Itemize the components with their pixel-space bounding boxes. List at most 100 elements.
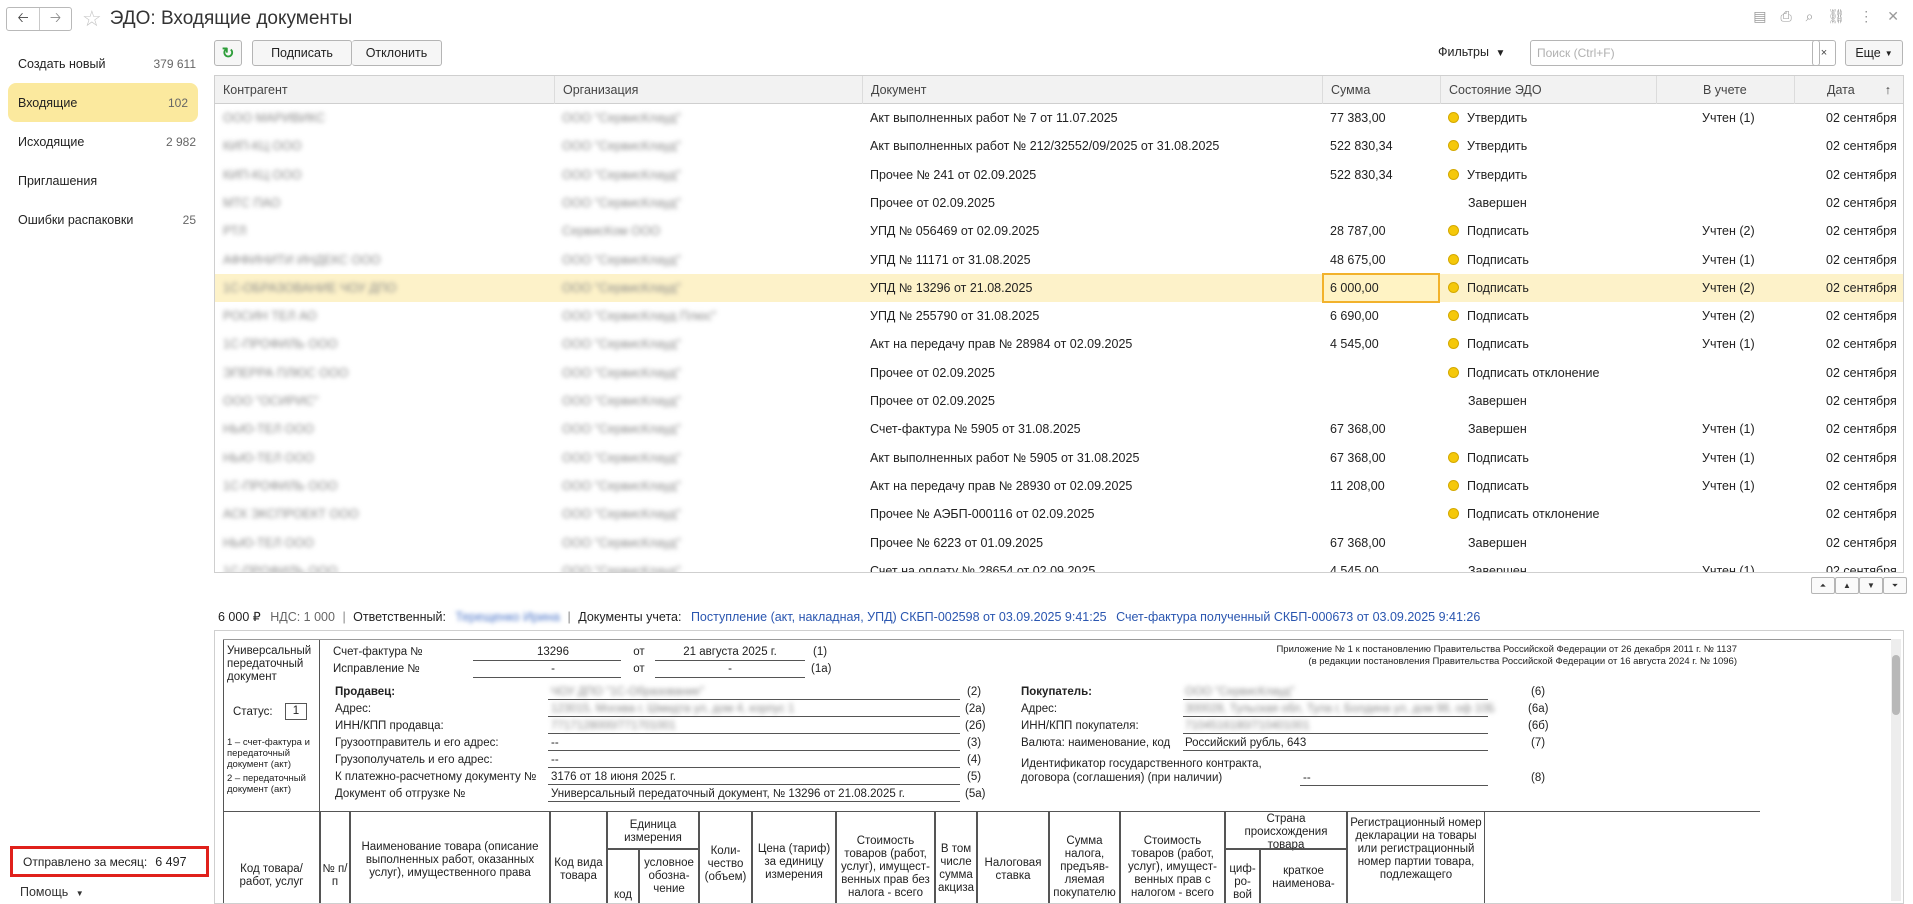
table-row[interactable]: АФФИНИТИ ИНДЕКС ООО ООО "СервисКлауд" УПД … [215,246,1903,274]
cell-counterparty: НЬЮ-ТЕЛ ООО [223,422,314,437]
inn-seller-label: ИНН/КПП продавца: [335,720,444,732]
cell-doc: УПД № 13296 от 21.08.2025 [870,280,1033,295]
status-label: Статус: [233,706,273,718]
refresh-button[interactable]: ↻ [214,40,242,66]
help-menu[interactable]: Помощь ▼ [20,885,84,899]
column-header-counterparty[interactable]: Контрагент [215,76,554,104]
cell-account [1656,359,1794,387]
info-responsible-link[interactable]: Терещенко Ирина [455,610,560,624]
preview-icon[interactable]: ⌕ [1806,8,1814,25]
sidebar-item-create[interactable]: Создать новый 379 611 [0,44,206,83]
cell-doc: Прочее № АЭБП-000116 от 02.09.2025 [870,507,1095,522]
cell-org: СервисКом ООО [562,224,661,239]
table-row[interactable]: 1С-ПРОФИЛЬ ООО ООО "СервисКлауд" Счет на о… [215,557,1903,572]
column-header-accounting[interactable]: В учете [1656,76,1794,104]
state-text: Подписать отклонение [1467,365,1600,380]
selected-doc-info: 6 000 ₽ НДС: 1 000 | Ответственный: Тере… [218,609,1480,624]
favorite-star-icon[interactable]: ☆ [82,7,102,30]
payment-value: 3176 от 18 июня 2025 г. [551,771,676,783]
link-icon[interactable]: ⛓ [1827,8,1845,25]
appendix-line-2: (в редакции постановления Правительства … [1308,656,1737,667]
title-bar: 🡠 🡢 ☆ ЭДО: Входящие документы ▤ ⎙ ⌕ ⛓ ⋮ … [0,0,1913,37]
close-icon[interactable]: ✕ [1887,8,1899,25]
table-row[interactable]: НЬЮ-ТЕЛ ООО ООО "СервисКлауд" Акт выполнен… [215,444,1903,472]
cell-state: Подписать отклонение [1440,500,1656,528]
table-row[interactable]: ООО "ОСИРИС" ООО "СервисКлауд" Прочее от 0… [215,387,1903,415]
cell-org: ООО "СервисКлауд" [562,478,681,493]
table-row[interactable]: КИП-КЦ ООО ООО "СервисКлауд" Акт выполненн… [215,132,1903,160]
table-row[interactable]: 1С-ОБРАЗОВАНИЕ ЧОУ ДПО ООО "СервисКлауд" У… [215,272,1903,303]
table-row[interactable]: ЭПЕРРА ПЛЮС ООО ООО "СервисКлауд" Прочее о… [215,359,1903,387]
reject-button[interactable]: Отклонить [352,40,442,66]
preview-scrollbar-thumb[interactable] [1892,655,1900,715]
shipment-label: Документ об отгрузке № [335,788,466,800]
table-row[interactable]: ООО МАРИВИКС ООО "СервисКлауд" Акт выполне… [215,104,1903,132]
sidebar-item-incoming[interactable]: Входящие 102 [8,83,198,122]
cell-state: Завершен [1440,415,1656,443]
table-row[interactable]: 1С-ПРОФИЛЬ ООО ООО "СервисКлауд" Акт на пе… [215,330,1903,358]
cell-state: Завершен [1440,557,1656,572]
cell-sum: 6 000,00 [1322,272,1440,303]
goods-col-label: № п/п [322,863,348,888]
more-button[interactable]: Еще ▼ [1845,40,1903,66]
filters-button[interactable]: Фильтры ▼ [1438,45,1505,59]
column-header-edo-state[interactable]: Состояние ЭДО [1440,76,1656,104]
back-arrow-icon[interactable]: 🡠 [7,8,39,30]
goods-col-label: краткое наименова- [1272,865,1335,890]
state-text: Завершен [1468,195,1527,210]
sidebar-item-outgoing[interactable]: Исходящие 2 982 [0,122,206,161]
ref-4: (4) [967,754,982,766]
goods-col-label: код [613,889,632,901]
invoice-label: Счет-фактура № [333,646,423,658]
info-doc-link-receipt[interactable]: Поступление (акт, накладная, УПД) СКБП-0… [691,610,1107,624]
underline [548,750,960,751]
cell-account: Учтен (2) [1702,280,1755,295]
table-row[interactable]: 1С-ПРОФИЛЬ ООО ООО "СервисКлауд" Акт на пе… [215,472,1903,500]
state-text: Подписать [1467,280,1529,295]
menu-dots-icon[interactable]: ⋮ [1859,8,1873,25]
cell-date: 02 сентября [1826,450,1897,465]
column-header-organization[interactable]: Организация [554,76,862,104]
scroll-down-icon[interactable]: ▼ [1859,577,1883,594]
ref-6b: (6б) [1528,720,1549,732]
cell-date: 02 сентября [1826,111,1897,125]
table-row[interactable]: РТЛ СервисКом ООО УПД № 056469 от 02.09.20… [215,217,1903,245]
scroll-up-icon[interactable]: ▲ [1835,577,1859,594]
status-note-1: 1 – счет-фактура и передаточный документ… [227,737,310,770]
table-row[interactable]: АСК ЭКСПРОЕКТ ООО ООО "СервисКлауд" Прочее… [215,500,1903,528]
state-text: Подписать [1467,309,1529,324]
table-row[interactable]: НЬЮ-ТЕЛ ООО ООО "СервисКлауд" Прочее № 622… [215,529,1903,557]
table-row[interactable]: РОСИН ТЕЛ АО ООО "СервисКлауд Плюс" УПД № … [215,302,1903,330]
sign-button[interactable]: Подписать [252,40,352,66]
table-row[interactable]: НЬЮ-ТЕЛ ООО ООО "СервисКлауд" Счет-фактура… [215,415,1903,443]
cell-date: 02 сентября [1826,224,1897,239]
save-icon[interactable]: ▤ [1753,8,1766,25]
seller-address: 123015, Москва г, Шмидта ул, дом 4, корп… [551,703,795,715]
cell-sum: 67 368,00 [1330,422,1386,437]
cell-org: ООО "СервисКлауд" [562,450,681,465]
upd-title: Универсальный передаточный документ [227,645,312,683]
sidebar-item-errors[interactable]: Ошибки распаковки 25 [0,200,206,239]
table-row[interactable]: КИП-КЦ ООО ООО "СервисКлауд" Прочее № 241 … [215,161,1903,189]
cell-state: Утвердить [1440,132,1656,160]
table-row[interactable]: МТС ПАО ООО "СервисКлауд" Прочее от 02.09.… [215,189,1903,217]
sent-value: 6 497 [155,854,187,869]
scroll-top-icon[interactable]: ⏶ [1811,577,1835,594]
column-header-sum[interactable]: Сумма [1322,76,1440,104]
state-text: Подписать [1467,478,1529,493]
info-doc-link-invoice[interactable]: Счет-фактура полученный СКБП-000673 от 0… [1116,610,1480,624]
cell-state: Завершен [1440,189,1656,217]
sidebar-item-label: Создать новый [18,56,106,71]
search-input[interactable]: Поиск (Ctrl+F) [1530,40,1820,66]
scroll-bottom-icon[interactable]: ⏷ [1883,577,1907,594]
goods-col-num [320,811,350,903]
print-icon[interactable]: ⎙ [1780,8,1791,25]
column-header-document[interactable]: Документ [862,76,1322,104]
forward-arrow-icon[interactable]: 🡢 [39,7,71,30]
sidebar-item-invitations[interactable]: Приглашения [0,161,206,200]
cell-date: 02 сентября [1826,535,1897,550]
status-dot-icon [1448,253,1459,265]
inn-seller: 7717128000/771701001 [551,720,676,732]
clear-search-button[interactable]: × [1812,40,1836,66]
column-header-date[interactable]: Дата ↑ [1794,76,1903,104]
